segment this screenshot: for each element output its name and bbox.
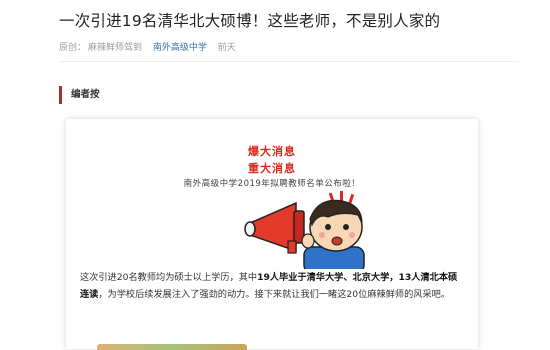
article-title: 一次引进19名清华北大硕博！这些老师，不是别人家的 bbox=[59, 12, 441, 30]
photo-preview bbox=[97, 344, 247, 350]
person-icon bbox=[301, 199, 365, 269]
meta-divider bbox=[59, 61, 519, 62]
headline-1: 爆大消息 bbox=[248, 145, 296, 158]
account-link[interactable]: 南外高级中学 bbox=[153, 43, 207, 53]
megaphone-person-illustration bbox=[244, 191, 365, 269]
source-label: 原创： bbox=[59, 43, 87, 53]
article-meta: 原创： 麻辣鲜师驾到 南外高级中学 前天 bbox=[59, 40, 244, 53]
announcement-card: 爆大消息 重大消息 南外高级中学2019年拟聘教师名单公布啦！ 这次引进20名教… bbox=[66, 119, 478, 350]
announcement-subline: 南外高级中学2019年拟聘教师名单公布啦！ bbox=[183, 179, 361, 189]
publish-time: 前天 bbox=[217, 43, 236, 53]
headline-2: 重大消息 bbox=[248, 162, 296, 175]
editor-note-label: 编者按 bbox=[59, 86, 100, 104]
body-text-2: ，为学校后续发展注入了强劲的动力。接下来就让我们一睹这20位麻辣鲜师的风采吧。 bbox=[98, 289, 451, 300]
announcement-body: 这次引进20名教师均为硕士以上学历，其中19人毕业于清华大学、北京大学，13人清… bbox=[80, 269, 460, 303]
body-text-1: 这次引进20名教师均为硕士以上学历，其中 bbox=[80, 272, 258, 283]
megaphone-icon bbox=[244, 201, 305, 254]
author-name: 麻辣鲜师驾到 bbox=[88, 43, 143, 53]
